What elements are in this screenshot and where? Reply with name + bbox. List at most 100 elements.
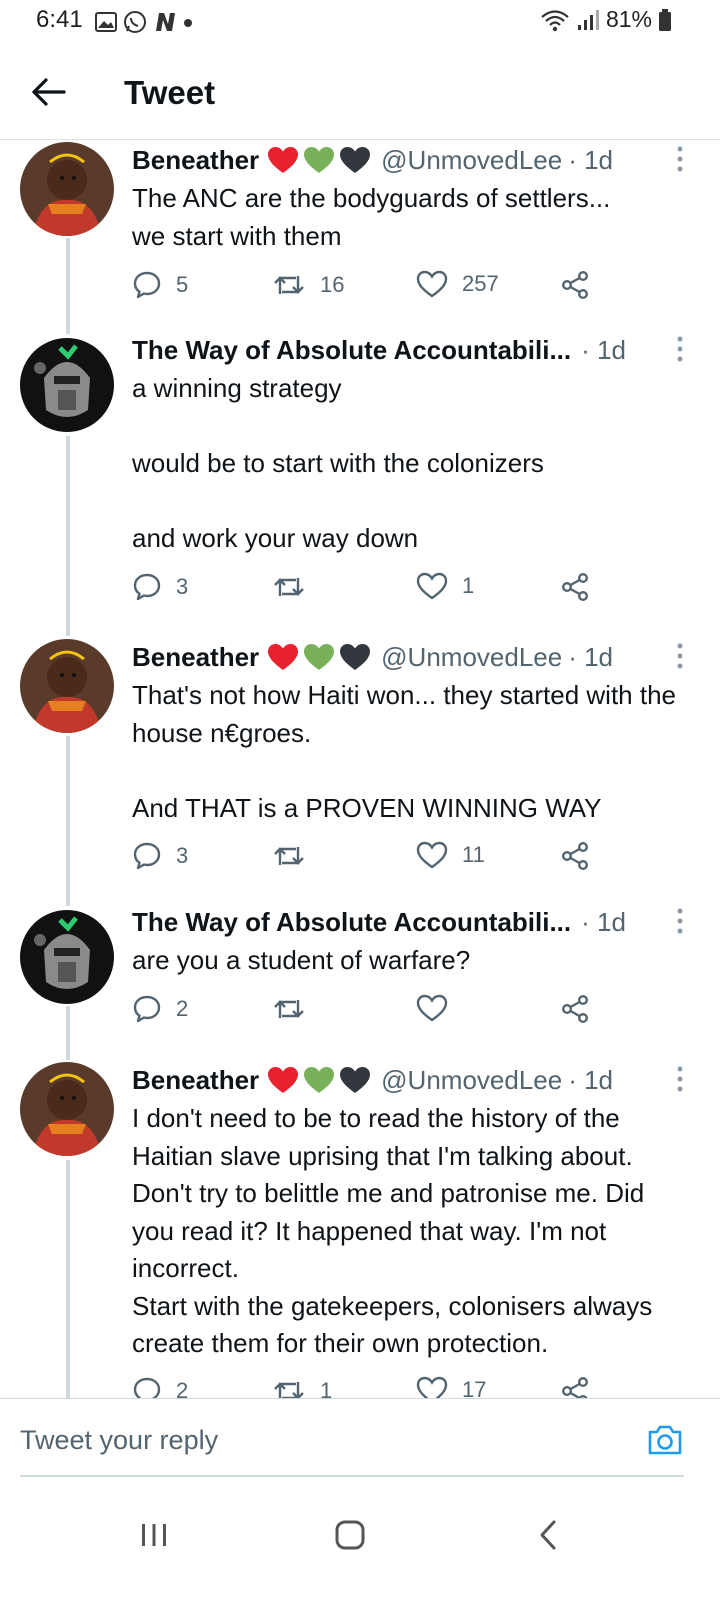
red-heart-icon bbox=[268, 644, 299, 670]
reply-icon bbox=[133, 995, 161, 1023]
display-name[interactable]: The Way of Absolute Accountabili... bbox=[132, 907, 571, 938]
tweet-actions: 2 1 17 bbox=[132, 1376, 602, 1398]
like-button[interactable]: 17 bbox=[416, 1376, 486, 1398]
wifi-icon bbox=[541, 9, 569, 31]
black-heart-icon bbox=[340, 147, 371, 173]
retweet-button[interactable]: 1 bbox=[272, 1376, 332, 1398]
home-button[interactable] bbox=[320, 1510, 380, 1560]
n-app-icon bbox=[156, 13, 175, 31]
like-button[interactable]: 11 bbox=[416, 841, 485, 869]
avatar[interactable] bbox=[20, 142, 114, 236]
display-name[interactable]: Beneather bbox=[132, 642, 259, 673]
avatar[interactable] bbox=[20, 338, 114, 432]
timestamp: · 1d bbox=[581, 906, 626, 937]
signal-icon bbox=[577, 9, 599, 30]
reply-button[interactable]: 3 bbox=[132, 572, 188, 602]
page-title: Tweet bbox=[124, 74, 216, 111]
reply-bar bbox=[0, 1398, 720, 1478]
more-vertical-icon[interactable] bbox=[676, 908, 684, 934]
back-nav-icon bbox=[540, 1520, 556, 1550]
more-vertical-icon[interactable] bbox=[676, 643, 684, 669]
more-vertical-icon[interactable] bbox=[676, 146, 684, 172]
whatsapp-icon bbox=[124, 11, 146, 33]
tweet[interactable]: The Way of Absolute Accountabili... · 1d… bbox=[0, 332, 720, 632]
tweet[interactable]: Beneather @UnmovedLee · 1d I don't need … bbox=[0, 1062, 720, 1398]
more-vertical-icon[interactable] bbox=[676, 336, 684, 362]
more-vertical-icon[interactable] bbox=[676, 1066, 684, 1092]
tweet-header: Beneather @UnmovedLee · 1d bbox=[132, 1062, 680, 1098]
tweet[interactable]: The Way of Absolute Accountabili... · 1d… bbox=[0, 904, 720, 1054]
battery-percent: 81% bbox=[605, 6, 652, 32]
tweet-text: a winning strategy would be to start wit… bbox=[132, 373, 544, 553]
avatar-woman-image bbox=[20, 1062, 114, 1156]
reply-input[interactable] bbox=[20, 1425, 580, 1456]
retweet-button[interactable] bbox=[272, 994, 320, 1024]
share-button[interactable] bbox=[560, 270, 590, 300]
reply-count: 3 bbox=[176, 574, 189, 599]
tweet-text: are you a student of warfare? bbox=[132, 945, 471, 975]
like-button[interactable] bbox=[416, 994, 462, 1022]
green-heart-icon bbox=[304, 1067, 335, 1093]
share-button[interactable] bbox=[560, 572, 590, 602]
reply-button[interactable]: 2 bbox=[132, 1376, 188, 1398]
tweet[interactable]: Beneather @UnmovedLee · 1d That's not ho… bbox=[0, 639, 720, 899]
arrow-left-icon bbox=[32, 78, 66, 106]
share-button[interactable] bbox=[560, 841, 590, 871]
recent-apps-icon bbox=[142, 1524, 166, 1546]
retweet-button[interactable] bbox=[272, 572, 320, 602]
heart-outline-icon bbox=[416, 994, 448, 1022]
retweet-button[interactable] bbox=[272, 841, 320, 871]
avatar[interactable] bbox=[20, 639, 114, 733]
reply-count: 3 bbox=[176, 843, 189, 868]
display-name[interactable]: The Way of Absolute Accountabili... bbox=[132, 335, 571, 366]
heart-emojis bbox=[267, 1066, 371, 1094]
share-icon bbox=[562, 842, 589, 871]
avatar-helmet-image bbox=[20, 910, 114, 1004]
like-button[interactable]: 257 bbox=[416, 270, 499, 298]
handle[interactable]: @UnmovedLee bbox=[381, 642, 562, 673]
share-icon bbox=[562, 271, 589, 300]
share-button[interactable] bbox=[560, 994, 590, 1024]
avatar[interactable] bbox=[20, 1062, 114, 1156]
retweet-icon bbox=[274, 276, 304, 294]
timestamp: · 1d bbox=[568, 641, 614, 672]
back-button[interactable] bbox=[30, 74, 70, 110]
handle[interactable]: @UnmovedLee bbox=[381, 1065, 562, 1096]
share-icon bbox=[562, 1377, 589, 1398]
tweet-text: The ANC are the bodyguards of settlers..… bbox=[132, 183, 611, 251]
reply-icon bbox=[133, 1377, 161, 1398]
tweet-header: Beneather @UnmovedLee · 1d bbox=[132, 142, 680, 178]
notification-icons bbox=[95, 10, 193, 34]
share-icon bbox=[562, 573, 589, 602]
reply-count: 2 bbox=[176, 996, 189, 1021]
camera-icon bbox=[648, 1425, 682, 1455]
reply-button[interactable]: 2 bbox=[132, 994, 188, 1024]
black-heart-icon bbox=[340, 644, 371, 670]
tweet[interactable]: Beneather @UnmovedLee · 1d The ANC are t… bbox=[0, 142, 720, 332]
avatar[interactable] bbox=[20, 910, 114, 1004]
tweet-actions: 2 bbox=[132, 994, 602, 1024]
heart-outline-icon bbox=[416, 1376, 448, 1398]
display-name[interactable]: Beneather bbox=[132, 1065, 259, 1096]
heart-outline-icon bbox=[416, 572, 448, 600]
handle[interactable]: @UnmovedLee bbox=[381, 145, 562, 176]
timestamp: · 1d bbox=[581, 334, 626, 365]
like-button[interactable]: 1 bbox=[416, 572, 474, 600]
display-name[interactable]: Beneather bbox=[132, 145, 259, 176]
heart-emojis bbox=[267, 146, 371, 174]
like-count: 257 bbox=[462, 271, 499, 296]
back-nav-button[interactable] bbox=[518, 1510, 578, 1560]
retweet-count: 1 bbox=[320, 1378, 333, 1398]
like-count: 11 bbox=[462, 842, 485, 867]
share-button[interactable] bbox=[560, 1376, 590, 1398]
camera-button[interactable] bbox=[646, 1423, 684, 1457]
reply-button[interactable]: 5 bbox=[132, 270, 188, 300]
retweet-icon bbox=[274, 578, 304, 596]
status-bar: 6:41 81% bbox=[0, 0, 720, 46]
tweet-actions: 3 1 bbox=[132, 572, 602, 602]
red-heart-icon bbox=[268, 147, 299, 173]
recent-apps-button[interactable] bbox=[124, 1510, 184, 1560]
reply-button[interactable]: 3 bbox=[132, 841, 188, 871]
retweet-icon bbox=[274, 1000, 304, 1018]
retweet-button[interactable]: 16 bbox=[272, 270, 344, 300]
